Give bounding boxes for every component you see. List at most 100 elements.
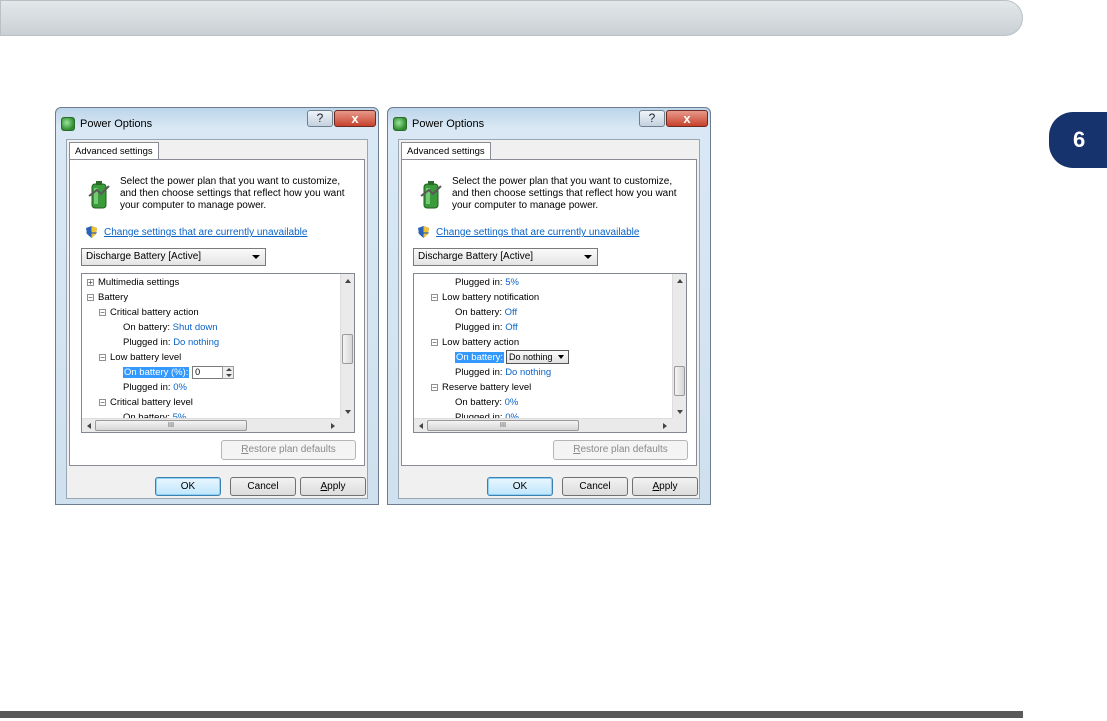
cancel-button[interactable]: Cancel <box>230 477 296 496</box>
tree-item-on-battery[interactable]: On battery: Shut down <box>123 320 218 335</box>
horizontal-scrollbar[interactable]: III <box>82 418 340 432</box>
tree-item-battery[interactable]: − Battery <box>87 290 128 305</box>
tree-item-label: Critical battery action <box>110 307 199 318</box>
setting-value[interactable]: 5% <box>505 277 519 288</box>
vertical-scroll-thumb[interactable] <box>674 366 685 396</box>
tab-page: Select the power plan that you want to c… <box>69 159 365 466</box>
help-button[interactable]: ? <box>307 110 333 127</box>
tree-item-on-battery-action[interactable]: On battery: Do nothing <box>455 350 569 365</box>
settings-tree[interactable]: Plugged in: 5% − Low battery notification… <box>413 273 687 433</box>
header-bar <box>0 0 1023 36</box>
setting-value[interactable]: Do nothing <box>173 337 219 348</box>
setting-label: Plugged in: <box>455 277 503 288</box>
change-settings-link[interactable]: Change settings that are currently unava… <box>436 227 639 238</box>
scroll-up-icon[interactable] <box>341 275 355 287</box>
vertical-scrollbar[interactable] <box>672 274 686 419</box>
tab-advanced-settings[interactable]: Advanced settings <box>401 142 491 160</box>
tab-advanced-settings[interactable]: Advanced settings <box>69 142 159 160</box>
battery-plan-icon <box>88 181 110 209</box>
apply-button[interactable]: Apply <box>300 477 366 496</box>
tree-item-plugged-in[interactable]: Plugged in: 0% <box>123 380 187 395</box>
horizontal-scroll-thumb[interactable]: III <box>95 420 247 431</box>
change-settings-link[interactable]: Change settings that are currently unava… <box>104 227 307 238</box>
setting-value[interactable]: Shut down <box>173 322 218 333</box>
scroll-left-icon[interactable] <box>415 419 427 433</box>
tree-item-low-battery-action[interactable]: − Low battery action <box>431 335 519 350</box>
scroll-right-icon[interactable] <box>659 419 671 433</box>
collapse-icon[interactable]: − <box>87 293 94 301</box>
uac-shield-icon <box>86 226 97 238</box>
tree-item-label: Critical battery level <box>110 397 193 408</box>
tree-item-plugged-in[interactable]: Plugged in: Off <box>455 320 518 335</box>
expand-icon[interactable]: + <box>87 278 94 286</box>
tree-item-critical-battery-level[interactable]: − Critical battery level <box>99 395 193 410</box>
chevron-down-icon <box>558 355 564 360</box>
collapse-icon[interactable]: − <box>431 383 438 391</box>
tree-item-on-battery[interactable]: On battery: 0% <box>455 395 518 410</box>
vertical-scrollbar[interactable] <box>340 274 354 419</box>
intro-text: Select the power plan that you want to c… <box>452 176 692 212</box>
close-button[interactable]: x <box>666 110 708 127</box>
apply-button[interactable]: Apply <box>632 477 698 496</box>
help-button[interactable]: ? <box>639 110 665 127</box>
tree-item-plugged-in[interactable]: Plugged in: 5% <box>455 275 519 290</box>
collapse-icon[interactable]: − <box>431 293 438 301</box>
tree-item-on-battery[interactable]: On battery: Off <box>455 305 517 320</box>
spin-down-icon[interactable] <box>226 373 233 377</box>
setting-label: Plugged in: <box>123 382 171 393</box>
tree-item-label: Reserve battery level <box>442 382 532 393</box>
setting-label: On battery: <box>455 307 502 318</box>
setting-label: Plugged in: <box>455 367 503 378</box>
spinner-buttons[interactable] <box>222 365 235 379</box>
setting-label: On battery: <box>123 322 170 333</box>
cancel-button[interactable]: Cancel <box>562 477 628 496</box>
ok-button[interactable]: OK <box>155 477 221 496</box>
title-bar[interactable]: Power Options ? x <box>56 108 378 138</box>
ok-button[interactable]: OK <box>487 477 553 496</box>
collapse-icon[interactable]: − <box>431 338 438 346</box>
scroll-down-icon[interactable] <box>341 406 355 418</box>
dialog-client: Advanced settings Select the power plan … <box>66 139 368 499</box>
scroll-right-icon[interactable] <box>327 419 339 433</box>
low-battery-action-dropdown[interactable]: Do nothing <box>506 350 569 365</box>
power-plan-dropdown[interactable]: Discharge Battery [Active] <box>413 248 598 266</box>
horizontal-scrollbar[interactable]: III <box>414 418 672 432</box>
restore-plan-defaults-button[interactable]: Restore plan defaults <box>553 440 688 460</box>
tree-item-critical-battery-action[interactable]: − Critical battery action <box>99 305 199 320</box>
tree-item-label: Low battery level <box>110 352 182 363</box>
intro-line: Select the power plan that you want to c… <box>120 176 341 187</box>
scroll-down-icon[interactable] <box>673 406 687 418</box>
battery-plan-icon <box>420 181 442 209</box>
tree-item-on-battery-percent[interactable]: On battery (%): 0 <box>123 365 235 380</box>
setting-label: Plugged in: <box>123 337 171 348</box>
spin-up-icon[interactable] <box>226 367 233 371</box>
low-battery-level-input[interactable]: 0 <box>192 365 224 379</box>
tree-item-plugged-in[interactable]: Plugged in: Do nothing <box>123 335 219 350</box>
tree-item-low-battery-level[interactable]: − Low battery level <box>99 350 181 365</box>
tree-item-plugged-in[interactable]: Plugged in: Do nothing <box>455 365 551 380</box>
setting-value[interactable]: Do nothing <box>505 367 551 378</box>
tree-item-multimedia[interactable]: + Multimedia settings <box>87 275 179 290</box>
setting-value[interactable]: 0% <box>173 382 187 393</box>
restore-plan-defaults-button[interactable]: Restore plan defaults <box>221 440 356 460</box>
setting-value[interactable]: Off <box>505 307 518 318</box>
scroll-up-icon[interactable] <box>673 275 687 287</box>
scroll-left-icon[interactable] <box>83 419 95 433</box>
button-label: pply <box>327 481 346 492</box>
settings-tree[interactable]: + Multimedia settings − Battery − Critical … <box>81 273 355 433</box>
collapse-icon[interactable]: − <box>99 353 106 361</box>
collapse-icon[interactable]: − <box>99 398 106 406</box>
setting-value[interactable]: 0% <box>505 397 519 408</box>
tree-item-reserve-battery-level[interactable]: − Reserve battery level <box>431 380 531 395</box>
selected-plan: Discharge Battery [Active] <box>418 251 534 262</box>
tree-item-label: Low battery action <box>442 337 520 348</box>
collapse-icon[interactable]: − <box>99 308 106 316</box>
tree-item-low-battery-notification[interactable]: − Low battery notification <box>431 290 539 305</box>
close-button[interactable]: x <box>334 110 376 127</box>
setting-value[interactable]: Off <box>505 322 518 333</box>
power-plan-dropdown[interactable]: Discharge Battery [Active] <box>81 248 266 266</box>
vertical-scroll-thumb[interactable] <box>342 334 353 364</box>
selected-plan: Discharge Battery [Active] <box>86 251 202 262</box>
horizontal-scroll-thumb[interactable]: III <box>427 420 579 431</box>
title-bar[interactable]: Power Options ? x <box>388 108 710 138</box>
